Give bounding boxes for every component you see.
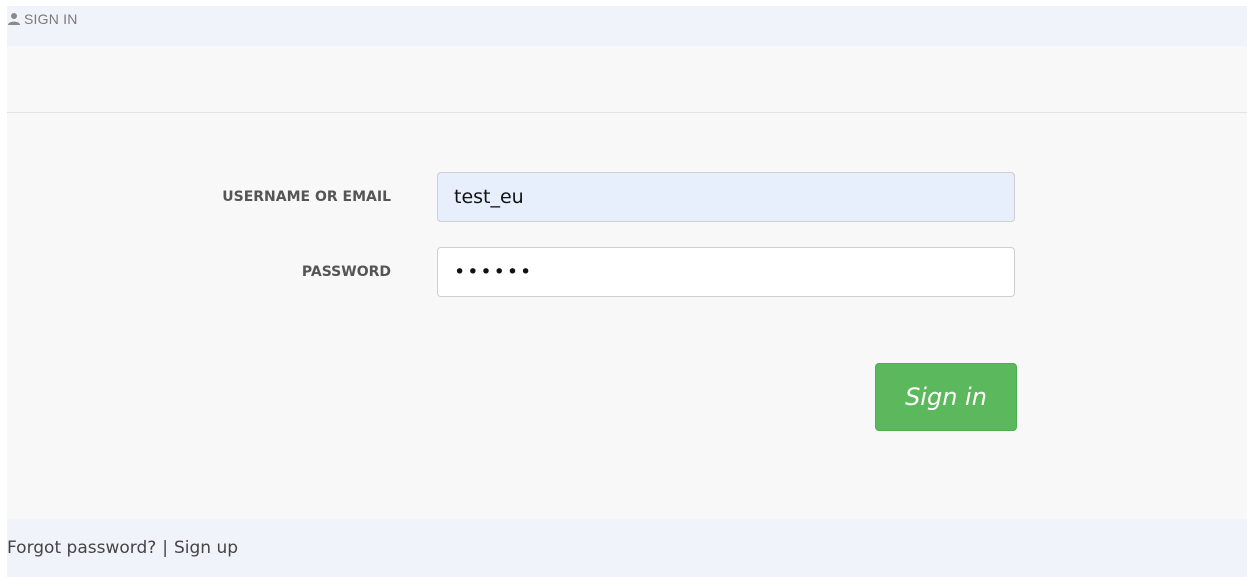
header-divider [7, 112, 1247, 113]
panel-header: SIGN IN [7, 6, 1247, 46]
sign-in-button[interactable]: Sign in [875, 363, 1017, 431]
footer-separator: | [162, 538, 168, 558]
username-label: USERNAME OR EMAIL [222, 189, 391, 205]
user-icon [7, 12, 21, 26]
forgot-password-link[interactable]: Forgot password? [7, 538, 156, 558]
panel-title: SIGN IN [24, 11, 78, 27]
password-input[interactable] [437, 247, 1015, 297]
username-input[interactable] [437, 172, 1015, 222]
sign-up-link[interactable]: Sign up [174, 538, 238, 558]
password-label: PASSWORD [301, 264, 391, 280]
panel-footer: Forgot password? | Sign up [7, 519, 1247, 577]
signin-panel: SIGN IN USERNAME OR EMAIL PASSWORD Sign … [7, 6, 1247, 577]
